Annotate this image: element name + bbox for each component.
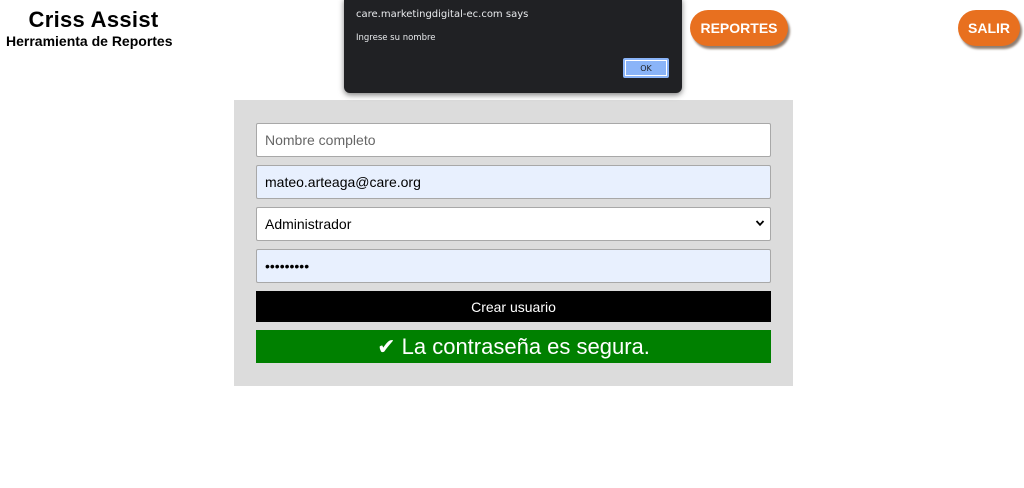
name-input[interactable] [256,123,771,157]
email-input[interactable] [256,165,771,199]
dialog-ok-button[interactable]: OK [623,58,669,78]
app-subtitle: Herramienta de Reportes [6,33,173,49]
brand: Criss Assist Herramienta de Reportes [6,7,181,49]
reportes-button[interactable]: REPORTES [690,10,788,46]
create-user-button[interactable]: Crear usuario [256,291,771,322]
dialog-message: Ingrese su nombre [356,33,436,43]
create-user-panel: Administrador Crear usuario ✔ La contras… [234,100,793,386]
salir-button[interactable]: SALIR [958,10,1020,46]
role-select[interactable]: Administrador [256,207,771,241]
app-title: Criss Assist [28,7,159,32]
alert-dialog: care.marketingdigital-ec.com says Ingres… [344,0,682,93]
password-strength-message: ✔ La contraseña es segura. [256,330,771,363]
dialog-origin: care.marketingdigital-ec.com says [356,9,529,20]
password-input[interactable] [256,249,771,283]
